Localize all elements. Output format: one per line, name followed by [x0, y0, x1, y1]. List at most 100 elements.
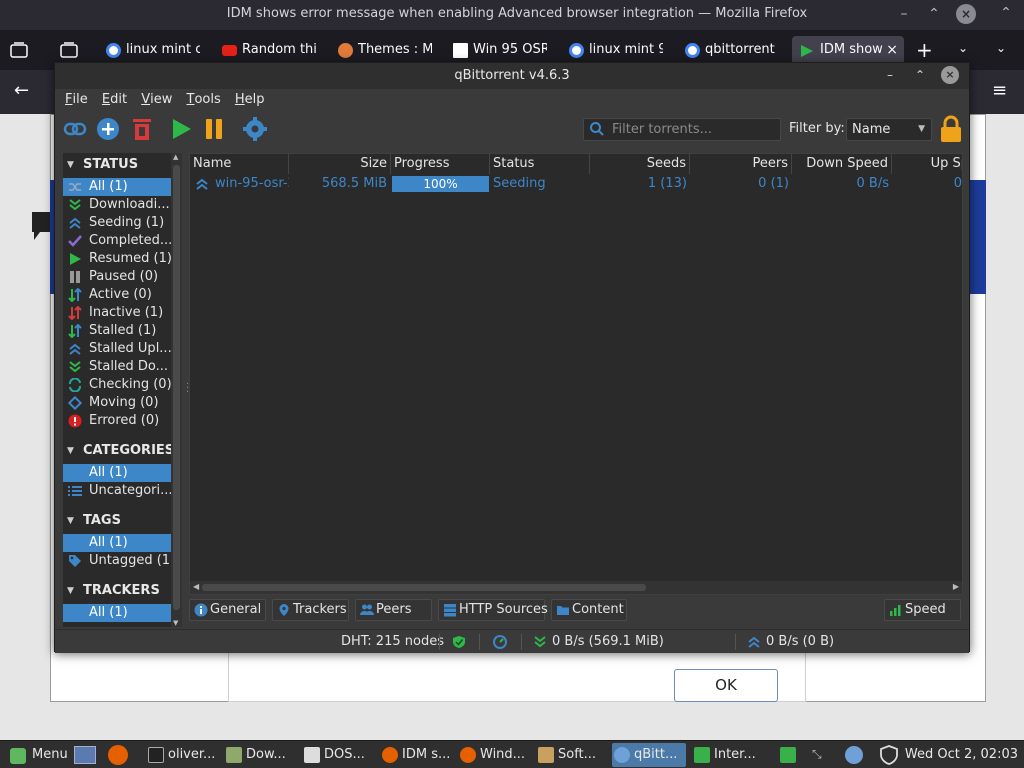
table-row[interactable]: win-95-osr-2 568.5 MiB 100% Seeding 1 (1…: [190, 175, 962, 193]
status-section-header[interactable]: ▼ STATUS: [63, 155, 171, 175]
column-down-speed[interactable]: Down Speed: [792, 154, 892, 174]
maximize-icon[interactable]: ⌃: [924, 4, 944, 24]
idm-tray-icon[interactable]: [780, 747, 796, 763]
tab-overview-icon-2[interactable]: [60, 42, 78, 58]
qb-close-icon[interactable]: ×: [941, 66, 959, 84]
ok-button[interactable]: OK: [674, 669, 778, 702]
qb-minimize-icon[interactable]: –: [881, 66, 899, 84]
taskbar-item-downloads[interactable]: Dow...: [224, 743, 286, 767]
column-status[interactable]: Status: [490, 154, 590, 174]
pause-icon[interactable]: [202, 117, 226, 141]
menu-edit[interactable]: Edit: [102, 89, 127, 111]
speed-button[interactable]: Speed: [884, 599, 961, 621]
close-tab-icon[interactable]: ×: [886, 36, 898, 64]
shield-icon[interactable]: [880, 745, 898, 765]
taskbar-item-windows-firefox[interactable]: Wind...: [458, 743, 525, 767]
speed-limit-icon[interactable]: [493, 635, 507, 649]
status-stalled-uploading[interactable]: Stalled Upl...: [63, 340, 171, 358]
column-progress[interactable]: Progress: [391, 154, 490, 174]
sidebar-scrollbar[interactable]: ▲ ▼: [171, 153, 182, 627]
status-inactive[interactable]: Inactive (1): [63, 304, 171, 322]
column-size[interactable]: Size: [289, 154, 391, 174]
network-tray-icon[interactable]: ⤡: [812, 747, 828, 763]
column-name[interactable]: Name: [190, 154, 289, 174]
minimize-icon[interactable]: –: [894, 4, 914, 24]
delete-icon[interactable]: [130, 117, 154, 141]
qb-menubar: File Edit View Tools Help: [55, 89, 969, 111]
chevron-down-icon[interactable]: ⌄: [996, 41, 1006, 55]
tab-http-sources[interactable]: HTTP Sources: [438, 599, 548, 621]
tab-trackers[interactable]: Trackers: [272, 599, 349, 621]
category-uncategorized[interactable]: Uncategori...: [63, 482, 171, 500]
tab-content[interactable]: Content: [551, 599, 627, 621]
horizontal-scrollbar[interactable]: ◀ ▶: [190, 581, 962, 594]
moving-icon: [68, 396, 82, 410]
tab-peers[interactable]: Peers: [355, 599, 432, 621]
add-link-icon[interactable]: [63, 117, 87, 141]
status-stalled-downloading[interactable]: Stalled Do...: [63, 358, 171, 376]
category-all[interactable]: All (1): [63, 464, 171, 482]
qbittorrent-tray-icon[interactable]: [845, 746, 863, 764]
categories-section-header[interactable]: ▼ CATEGORIES: [63, 441, 171, 461]
resume-icon[interactable]: [169, 117, 193, 141]
menu-view[interactable]: View: [141, 89, 172, 111]
tag-untagged[interactable]: Untagged (1): [63, 552, 171, 570]
status-seeding[interactable]: Seeding (1): [63, 214, 171, 232]
tag-all[interactable]: All (1): [63, 534, 171, 552]
search-icon: [590, 122, 604, 136]
clock[interactable]: Wed Oct 2, 02:03: [905, 743, 1018, 767]
taskbar: Menu oliver... Dow... DOS... IDM s... Wi…: [0, 740, 1024, 768]
taskbar-item-internet-download-manager[interactable]: Inter...: [692, 743, 756, 767]
taskbar-item-idm-firefox[interactable]: IDM s...: [380, 743, 450, 767]
filter-torrents-input[interactable]: Filter torrents...: [583, 118, 781, 141]
seeding-icon: [69, 217, 81, 229]
column-seeds[interactable]: Seeds: [590, 154, 690, 174]
taskbar-item-qbittorrent[interactable]: qBitt...: [612, 743, 686, 767]
tracker-all[interactable]: All (1): [63, 604, 171, 622]
status-downloading[interactable]: Downloadi...: [63, 196, 171, 214]
tags-section-header[interactable]: ▼ TAGS: [63, 511, 171, 531]
status-all[interactable]: All (1): [63, 178, 171, 196]
status-moving[interactable]: Moving (0): [63, 394, 171, 412]
filter-by-select[interactable]: Name ▼: [846, 118, 932, 141]
qb-maximize-icon[interactable]: ⌃: [911, 66, 929, 84]
upload-speed-icon: [748, 636, 760, 648]
back-icon[interactable]: ←: [14, 80, 29, 101]
show-desktop-icon[interactable]: [74, 746, 96, 764]
start-menu-button[interactable]: Menu: [4, 743, 68, 767]
hamburger-menu-icon[interactable]: ≡: [992, 80, 1007, 101]
status-checking[interactable]: Checking (0): [63, 376, 171, 394]
add-torrent-icon[interactable]: [96, 117, 120, 141]
status-errored[interactable]: Errored (0): [63, 412, 171, 430]
tab-general[interactable]: General: [189, 599, 266, 621]
menu-file[interactable]: File: [65, 89, 88, 111]
column-up-speed[interactable]: Up Sp: [892, 154, 962, 174]
menu-tools[interactable]: Tools: [186, 89, 220, 111]
lock-icon[interactable]: [939, 115, 963, 143]
trackers-section-header[interactable]: ▼ TRACKERS: [63, 581, 171, 601]
taskbar-item-software[interactable]: Soft...: [536, 743, 596, 767]
status-resumed[interactable]: Resumed (1): [63, 250, 171, 268]
firefox-titlebar: IDM shows error message when enabling Ad…: [0, 0, 1024, 30]
menu-help[interactable]: Help: [235, 89, 265, 111]
status-active[interactable]: Active (0): [63, 286, 171, 304]
settings-gear-icon[interactable]: [243, 117, 267, 141]
status-completed[interactable]: Completed...: [63, 232, 171, 250]
connection-ok-icon[interactable]: [452, 635, 466, 649]
status-stalled[interactable]: Stalled (1): [63, 322, 171, 340]
window-menu-icon[interactable]: ⌃: [996, 3, 1016, 23]
column-peers[interactable]: Peers: [690, 154, 792, 174]
tab-overview-icon[interactable]: [10, 42, 28, 58]
new-tab-button[interactable]: +: [916, 38, 933, 62]
taskbar-item-terminal[interactable]: oliver...: [146, 743, 215, 767]
downloading-icon: [69, 199, 81, 211]
taskbar-item-dos[interactable]: DOS...: [302, 743, 365, 767]
dht-nodes: DHT: 215 nodes: [341, 634, 444, 649]
firefox-launcher-icon[interactable]: [108, 745, 128, 765]
package-icon: [538, 747, 554, 763]
list-tabs-icon[interactable]: ⌄: [958, 41, 968, 55]
torrent-progress-bar: 100%: [392, 176, 489, 192]
close-icon[interactable]: ×: [956, 4, 976, 24]
status-paused[interactable]: Paused (0): [63, 268, 171, 286]
qb-statusbar: DHT: 215 nodes 0 B/s (569.1 MiB) 0 B/s (…: [55, 629, 969, 653]
